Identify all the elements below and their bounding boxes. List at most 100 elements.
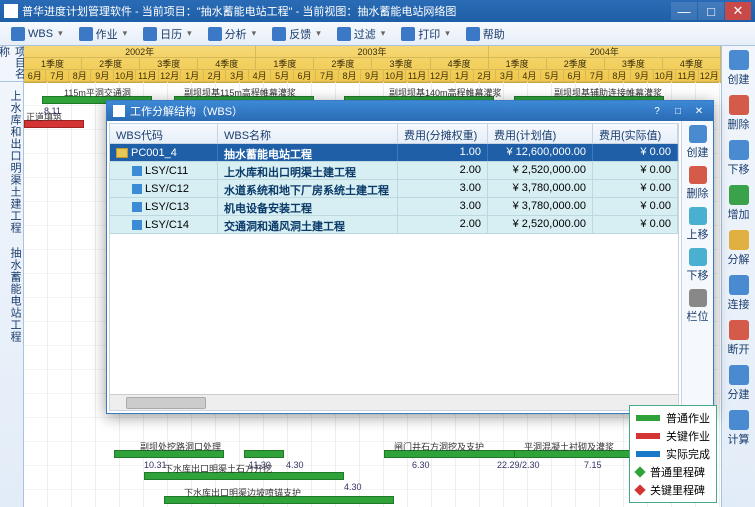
- month-cell: 12月: [429, 70, 451, 81]
- titlebar: 普华进度计划管理软件 - 当前项目："抽水蓄能电站工程" - 当前视图：抽水蓄能…: [0, 0, 755, 22]
- legend-diamond: [634, 466, 645, 477]
- left-column: 项目名称 上水库和出口明渠土建工程 抽水蓄能电站工程: [0, 46, 24, 507]
- year-cell: 2003年: [256, 46, 488, 57]
- toolbar-help-button[interactable]: 帮助: [461, 24, 510, 44]
- col-header[interactable]: 费用(实际值): [593, 124, 678, 143]
- grid-header: WBS代码WBS名称费用(分摊权重)费用(计划值)费用(实际值): [110, 124, 678, 144]
- filter-icon: [337, 27, 351, 41]
- close-button[interactable]: ✕: [725, 2, 751, 20]
- wbs-row[interactable]: LSY/C14交通洞和通风洞土建工程2.00¥ 2,520,000.00¥ 0.…: [110, 216, 678, 234]
- month-cell: 8月: [339, 70, 361, 81]
- rtool-add-button[interactable]: 增加: [728, 185, 750, 222]
- month-cell: 6月: [294, 70, 316, 81]
- rtool-down-button[interactable]: 下移: [728, 140, 750, 177]
- gantt-label: 副坝坝基115m高程帷幕灌浆: [184, 86, 296, 99]
- toolbar-analyze-button[interactable]: 分析: [203, 24, 262, 44]
- month-cell: 9月: [91, 70, 113, 81]
- maximize-button[interactable]: □: [698, 2, 724, 20]
- dlg-side-create-button[interactable]: 创建: [687, 125, 709, 160]
- month-cell: 9月: [361, 70, 383, 81]
- col-icon: [689, 289, 707, 307]
- help-icon: [466, 27, 480, 41]
- month-cell: 7月: [316, 70, 338, 81]
- wbs-row[interactable]: LSY/C11上水库和出口明渠土建工程2.00¥ 2,520,000.00¥ 0…: [110, 162, 678, 180]
- calc-icon: [729, 410, 749, 430]
- col-header[interactable]: 费用(计划值): [488, 124, 593, 143]
- wbs-row[interactable]: PC001_4抽水蓄能电站工程1.00¥ 12,600,000.00¥ 0.00: [110, 144, 678, 162]
- gantt-bar[interactable]: [244, 450, 284, 458]
- dialog-side-toolbar: 创建删除上移下移栏位: [681, 121, 713, 413]
- delete-icon: [729, 95, 749, 115]
- add-icon: [729, 185, 749, 205]
- gantt-label: 副坝坝基140m高程帷幕灌浆: [389, 86, 502, 99]
- dialog-help-button[interactable]: ?: [649, 104, 665, 118]
- col-header[interactable]: 费用(分摊权重): [398, 124, 488, 143]
- quarter-cell: 4季度: [663, 58, 721, 69]
- feedback-icon: [272, 27, 286, 41]
- month-cell: 4月: [519, 70, 541, 81]
- quarter-cell: 2季度: [547, 58, 605, 69]
- dlg-side-down-button[interactable]: 下移: [687, 248, 709, 283]
- gantt-date: 10.31: [144, 460, 167, 470]
- minimize-button[interactable]: —: [671, 2, 697, 20]
- dialog-restore-button[interactable]: □: [670, 104, 686, 118]
- window-title: 普华进度计划管理软件 - 当前项目："抽水蓄能电站工程" - 当前视图：抽水蓄能…: [22, 3, 671, 19]
- legend: 普通作业关键作业实际完成普通里程碑关键里程碑: [629, 405, 717, 503]
- month-cell: 3月: [496, 70, 518, 81]
- col-header[interactable]: WBS名称: [218, 124, 398, 143]
- toolbar-cal-button[interactable]: 日历: [138, 24, 197, 44]
- gantt-label: 副坝处挖路洞口处理: [140, 440, 221, 453]
- quarter-cell: 3季度: [140, 58, 198, 69]
- rtool-decompose-button[interactable]: 分解: [728, 230, 750, 267]
- gantt-date: 4.30: [286, 460, 304, 470]
- toolbar-filter-button[interactable]: 过滤: [332, 24, 391, 44]
- scroll-thumb[interactable]: [126, 397, 206, 409]
- connect-icon: [729, 275, 749, 295]
- dlg-side-col-button[interactable]: 栏位: [687, 289, 709, 324]
- rtool-clone-button[interactable]: 分建: [728, 365, 750, 402]
- month-cell: 9月: [631, 70, 653, 81]
- month-cell: 2月: [474, 70, 496, 81]
- quarter-cell: 1季度: [256, 58, 314, 69]
- rtool-create-button[interactable]: 创建: [728, 50, 750, 87]
- wbs-row[interactable]: LSY/C12水道系统和地下厂房系统土建工程3.00¥ 3,780,000.00…: [110, 180, 678, 198]
- dialog-close-button[interactable]: ✕: [691, 104, 707, 118]
- down-icon: [689, 248, 707, 266]
- gantt-date: 7.15: [584, 460, 602, 470]
- wbs-grid[interactable]: WBS代码WBS名称费用(分摊权重)费用(计划值)费用(实际值) PC001_4…: [109, 123, 679, 411]
- col-header[interactable]: WBS代码: [110, 124, 218, 143]
- page-icon: [132, 220, 142, 230]
- toolbar-work-button[interactable]: 作业: [74, 24, 133, 44]
- gantt-label: 平洞混凝土衬砌及灌浆: [524, 440, 614, 453]
- gantt-date: 22.29/2.30: [497, 460, 540, 470]
- month-cell: 5月: [541, 70, 563, 81]
- rtool-delete-button[interactable]: 删除: [728, 95, 750, 132]
- month-cell: 3月: [226, 70, 248, 81]
- legend-row: 普通作业: [636, 410, 710, 426]
- print-icon: [401, 27, 415, 41]
- quarter-cell: 3季度: [372, 58, 430, 69]
- grid-hscroll[interactable]: [110, 394, 678, 410]
- down-icon: [729, 140, 749, 160]
- dlg-side-delete-button[interactable]: 删除: [687, 166, 709, 201]
- month-cell: 12月: [699, 70, 721, 81]
- dlg-side-up-button[interactable]: 上移: [687, 207, 709, 242]
- month-cell: 7月: [46, 70, 68, 81]
- wbs-row[interactable]: LSY/C13机电设备安装工程3.00¥ 3,780,000.00¥ 0.00: [110, 198, 678, 216]
- quarter-cell: 4季度: [431, 58, 489, 69]
- dialog-titlebar[interactable]: 工作分解结构（WBS） ? □ ✕: [107, 101, 713, 121]
- legend-row: 实际完成: [636, 446, 710, 462]
- rtool-connect-button[interactable]: 连接: [728, 275, 750, 312]
- toolbar-print-button[interactable]: 打印: [396, 24, 455, 44]
- toolbar-feedback-button[interactable]: 反馈: [267, 24, 326, 44]
- page-icon: [132, 202, 142, 212]
- wbs-dialog[interactable]: 工作分解结构（WBS） ? □ ✕ WBS代码WBS名称费用(分摊权重)费用(计…: [106, 100, 714, 414]
- rtool-break-button[interactable]: 断开: [728, 320, 750, 357]
- rtool-calc-button[interactable]: 计算: [728, 410, 750, 447]
- wbs-icon: [11, 27, 25, 41]
- month-cell: 6月: [24, 70, 46, 81]
- month-cell: 11月: [676, 70, 698, 81]
- toolbar-wbs-button[interactable]: WBS: [6, 25, 68, 43]
- month-cell: 1月: [451, 70, 473, 81]
- legend-row: 关键作业: [636, 428, 710, 444]
